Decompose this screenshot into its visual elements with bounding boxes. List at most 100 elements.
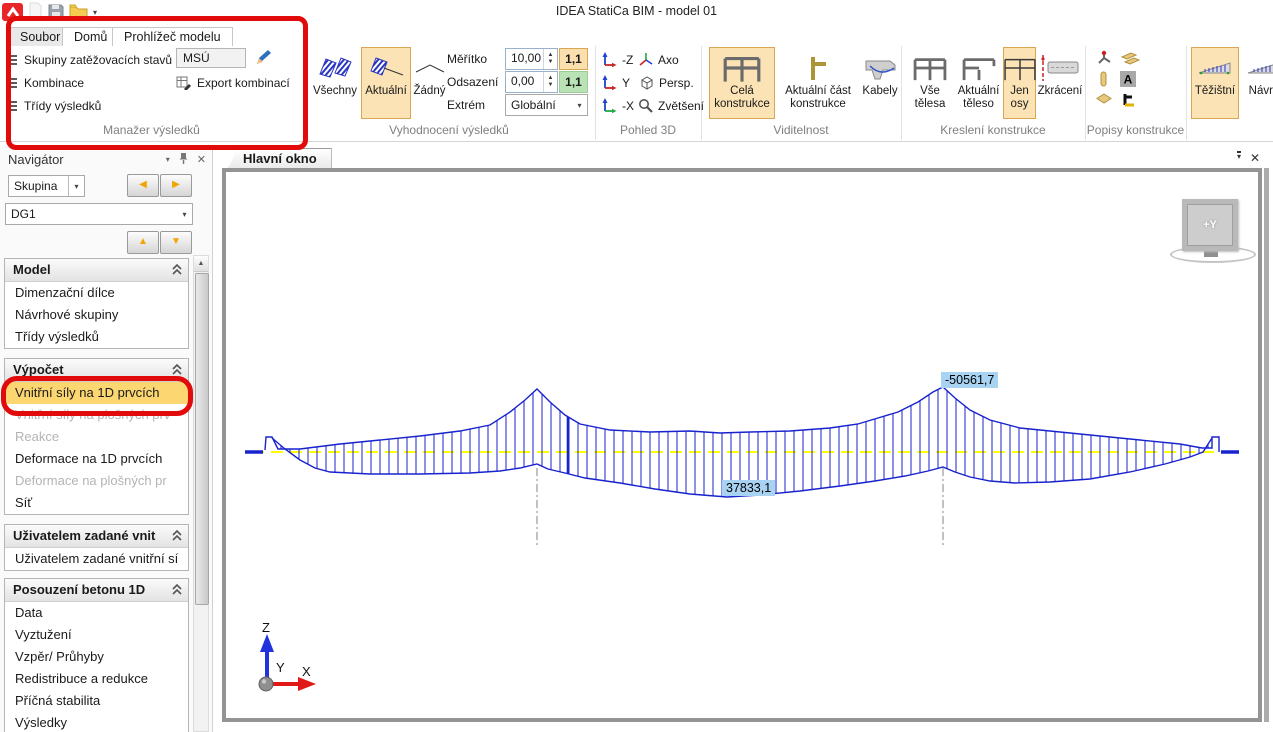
axis-z-label: Z: [262, 620, 270, 635]
axis-triad-icon: [602, 75, 617, 90]
tab-prohlizec-modelu[interactable]: Prohlížeč modelu: [112, 27, 233, 48]
nav-item-vnitrni-sily-1d[interactable]: Vnitřní síly na 1D prvcích: [5, 382, 188, 404]
spinner-arrows-icon[interactable]: ▲▼: [543, 72, 557, 92]
tab-domu[interactable]: Domů: [62, 27, 119, 48]
load-case-groups-button[interactable]: Skupiny zatěžovacích stavů: [6, 49, 172, 70]
panel-menu-icon[interactable]: ▾: [166, 155, 170, 164]
member-label-icon[interactable]: [1120, 50, 1144, 70]
view-zoom-button[interactable]: Zvětšení: [638, 95, 704, 116]
section-header[interactable]: Model: [5, 259, 188, 282]
view-persp-button[interactable]: Persp.: [638, 72, 694, 93]
nav-item-reakce[interactable]: Reakce: [5, 426, 188, 448]
design-label: Návrh: [1249, 85, 1273, 98]
export-combinations-icon: [176, 75, 192, 90]
pin-icon[interactable]: [179, 152, 188, 167]
nav-item-deformace-plosne[interactable]: Deformace na plošných pr: [5, 470, 188, 492]
extreme-label: Extrém: [447, 98, 485, 112]
move-down-button[interactable]: ▼: [160, 231, 192, 254]
doc-tabs-menu-icon[interactable]: ▾: [1237, 151, 1241, 165]
axes-only-button[interactable]: Jen osy: [1003, 47, 1036, 119]
flag-current-icon: [366, 51, 406, 85]
current-part-button[interactable]: Aktuální část konstrukce: [775, 47, 861, 119]
nav-item-deformace-1d[interactable]: Deformace na 1D prvcích: [5, 448, 188, 470]
nav-item-redistribuce[interactable]: Redistribuce a redukce: [5, 668, 188, 690]
doc-tab-hlavni-okno[interactable]: Hlavní okno: [228, 148, 332, 169]
nav-item-vysledky[interactable]: Výsledky: [5, 712, 188, 732]
results-all-button[interactable]: Všechny: [309, 47, 361, 119]
scrollbar-thumb[interactable]: [195, 273, 209, 605]
group-label: Pohled 3D: [595, 123, 701, 137]
design-group-dropdown[interactable]: DG1 ▾: [5, 203, 193, 225]
extreme-value: Globální: [506, 98, 572, 112]
local-axes-icon[interactable]: [1120, 92, 1144, 112]
centroidal-button[interactable]: Těžištní: [1191, 47, 1239, 119]
prev-item-button[interactable]: ◀: [127, 174, 159, 197]
results-none-button[interactable]: Žádný: [410, 47, 449, 119]
navigator-mode-dropdown[interactable]: Skupina ▾: [8, 175, 85, 197]
model-viewport[interactable]: -50561,7 37833,1 Z Y X +Y: [222, 168, 1262, 722]
combinations-button[interactable]: Kombinace: [6, 72, 84, 93]
all-solids-button[interactable]: Vše tělesa: [906, 47, 954, 119]
whole-structure-label: Celá konstrukce: [710, 85, 774, 111]
navigator-scrollbar[interactable]: ▲: [193, 255, 209, 732]
view-cube[interactable]: +Y: [1182, 199, 1238, 251]
ribbon: Skupiny zatěžovacích stavů Kombinace Tří…: [0, 46, 1273, 142]
current-solid-button[interactable]: Aktuální těleso: [953, 47, 1004, 119]
node-label-icon[interactable]: [1095, 50, 1119, 70]
view-neg-z-label: -Z: [622, 53, 633, 67]
arrow-left-icon: ◀: [139, 179, 147, 190]
group-label: Manažer výsledků: [0, 123, 303, 137]
axis-x-label: X: [302, 664, 311, 679]
results-current-button[interactable]: Aktuální: [361, 47, 411, 119]
offset-spinner[interactable]: 0,00 ▲▼: [505, 71, 558, 93]
section-header[interactable]: Uživatelem zadané vnit: [5, 525, 188, 548]
cables-icon: [861, 51, 899, 85]
view-y-button[interactable]: Y: [602, 72, 630, 93]
next-item-button[interactable]: ▶: [160, 174, 192, 197]
nav-item-vnitrni-sily-plosne[interactable]: Vnitřní síly na plošných prv: [5, 404, 188, 426]
result-class-field[interactable]: MSÚ: [176, 48, 246, 68]
nav-item-vzper-pruhyby[interactable]: Vzpěr/ Průhyby: [5, 646, 188, 668]
group-pohled-3d: -Z Y -X Axo Persp. Zvětšení Pohl: [595, 46, 702, 140]
export-combinations-button[interactable]: Export kombinací: [176, 72, 290, 93]
spinner-arrows-icon[interactable]: ▲▼: [543, 49, 557, 69]
nav-item-uzivatelem-zadane[interactable]: Uživatelem zadané vnitřní sí: [5, 548, 188, 570]
scale-spinner[interactable]: 10,00 ▲▼: [505, 48, 558, 70]
offset-value: 0,00: [506, 72, 543, 92]
nav-item-pricna-stabilita[interactable]: Příčná stabilita: [5, 690, 188, 712]
scrollbar-up-icon[interactable]: ▲: [194, 256, 208, 272]
extreme-dropdown[interactable]: Globální ▾: [505, 94, 588, 116]
view-zoom-label: Zvětšení: [658, 99, 704, 113]
axis-triad-icon: [602, 98, 617, 113]
design-button[interactable]: Návrh: [1240, 47, 1273, 119]
nav-item-sit[interactable]: Síť: [5, 492, 188, 514]
view-neg-z-button[interactable]: -Z: [602, 49, 633, 70]
right-edge-bar: [1264, 168, 1269, 722]
text-label-icon[interactable]: A: [1120, 71, 1144, 91]
group-manazer-vysledku: Skupiny zatěžovacích stavů Kombinace Tří…: [0, 46, 304, 140]
nav-item-dimenzacni-dilce[interactable]: Dimenzační dílce: [5, 282, 188, 304]
close-icon[interactable]: ✕: [197, 153, 206, 166]
scale-1-1-button[interactable]: 1,1: [559, 48, 588, 70]
nav-item-navrhove-skupiny[interactable]: Návrhové skupiny: [5, 304, 188, 326]
cables-button[interactable]: Kabely: [859, 47, 901, 119]
edit-pencil-icon[interactable]: [253, 48, 272, 70]
whole-structure-button[interactable]: Celá konstrukce: [709, 47, 775, 119]
view-axo-button[interactable]: Axo: [638, 49, 679, 70]
navigator-panel: Navigátor ▾ ✕ Skupina ▾ ◀ ▶ DG1 ▾ ▲ ▼ Mo…: [0, 146, 213, 732]
move-up-button[interactable]: ▲: [127, 231, 159, 254]
offset-1-1-button[interactable]: 1,1: [559, 71, 588, 93]
navigator-title: Navigátor: [8, 152, 64, 167]
section-label-icon[interactable]: [1095, 71, 1119, 91]
view-neg-x-button[interactable]: -X: [602, 95, 634, 116]
nav-item-vyztuzeni[interactable]: Vyztužení: [5, 624, 188, 646]
shortening-button[interactable]: Zkrácení: [1035, 47, 1085, 119]
doc-close-icon[interactable]: ✕: [1250, 151, 1260, 165]
section-header[interactable]: Posouzení betonu 1D: [5, 579, 188, 602]
cube-icon: [638, 75, 654, 90]
nav-item-tridy-vysledku[interactable]: Třídy výsledků: [5, 326, 188, 348]
nav-item-data[interactable]: Data: [5, 602, 188, 624]
result-classes-button[interactable]: Třídy výsledků: [6, 95, 101, 116]
section-header[interactable]: Výpočet: [5, 359, 188, 382]
plate-label-icon[interactable]: [1095, 92, 1119, 112]
